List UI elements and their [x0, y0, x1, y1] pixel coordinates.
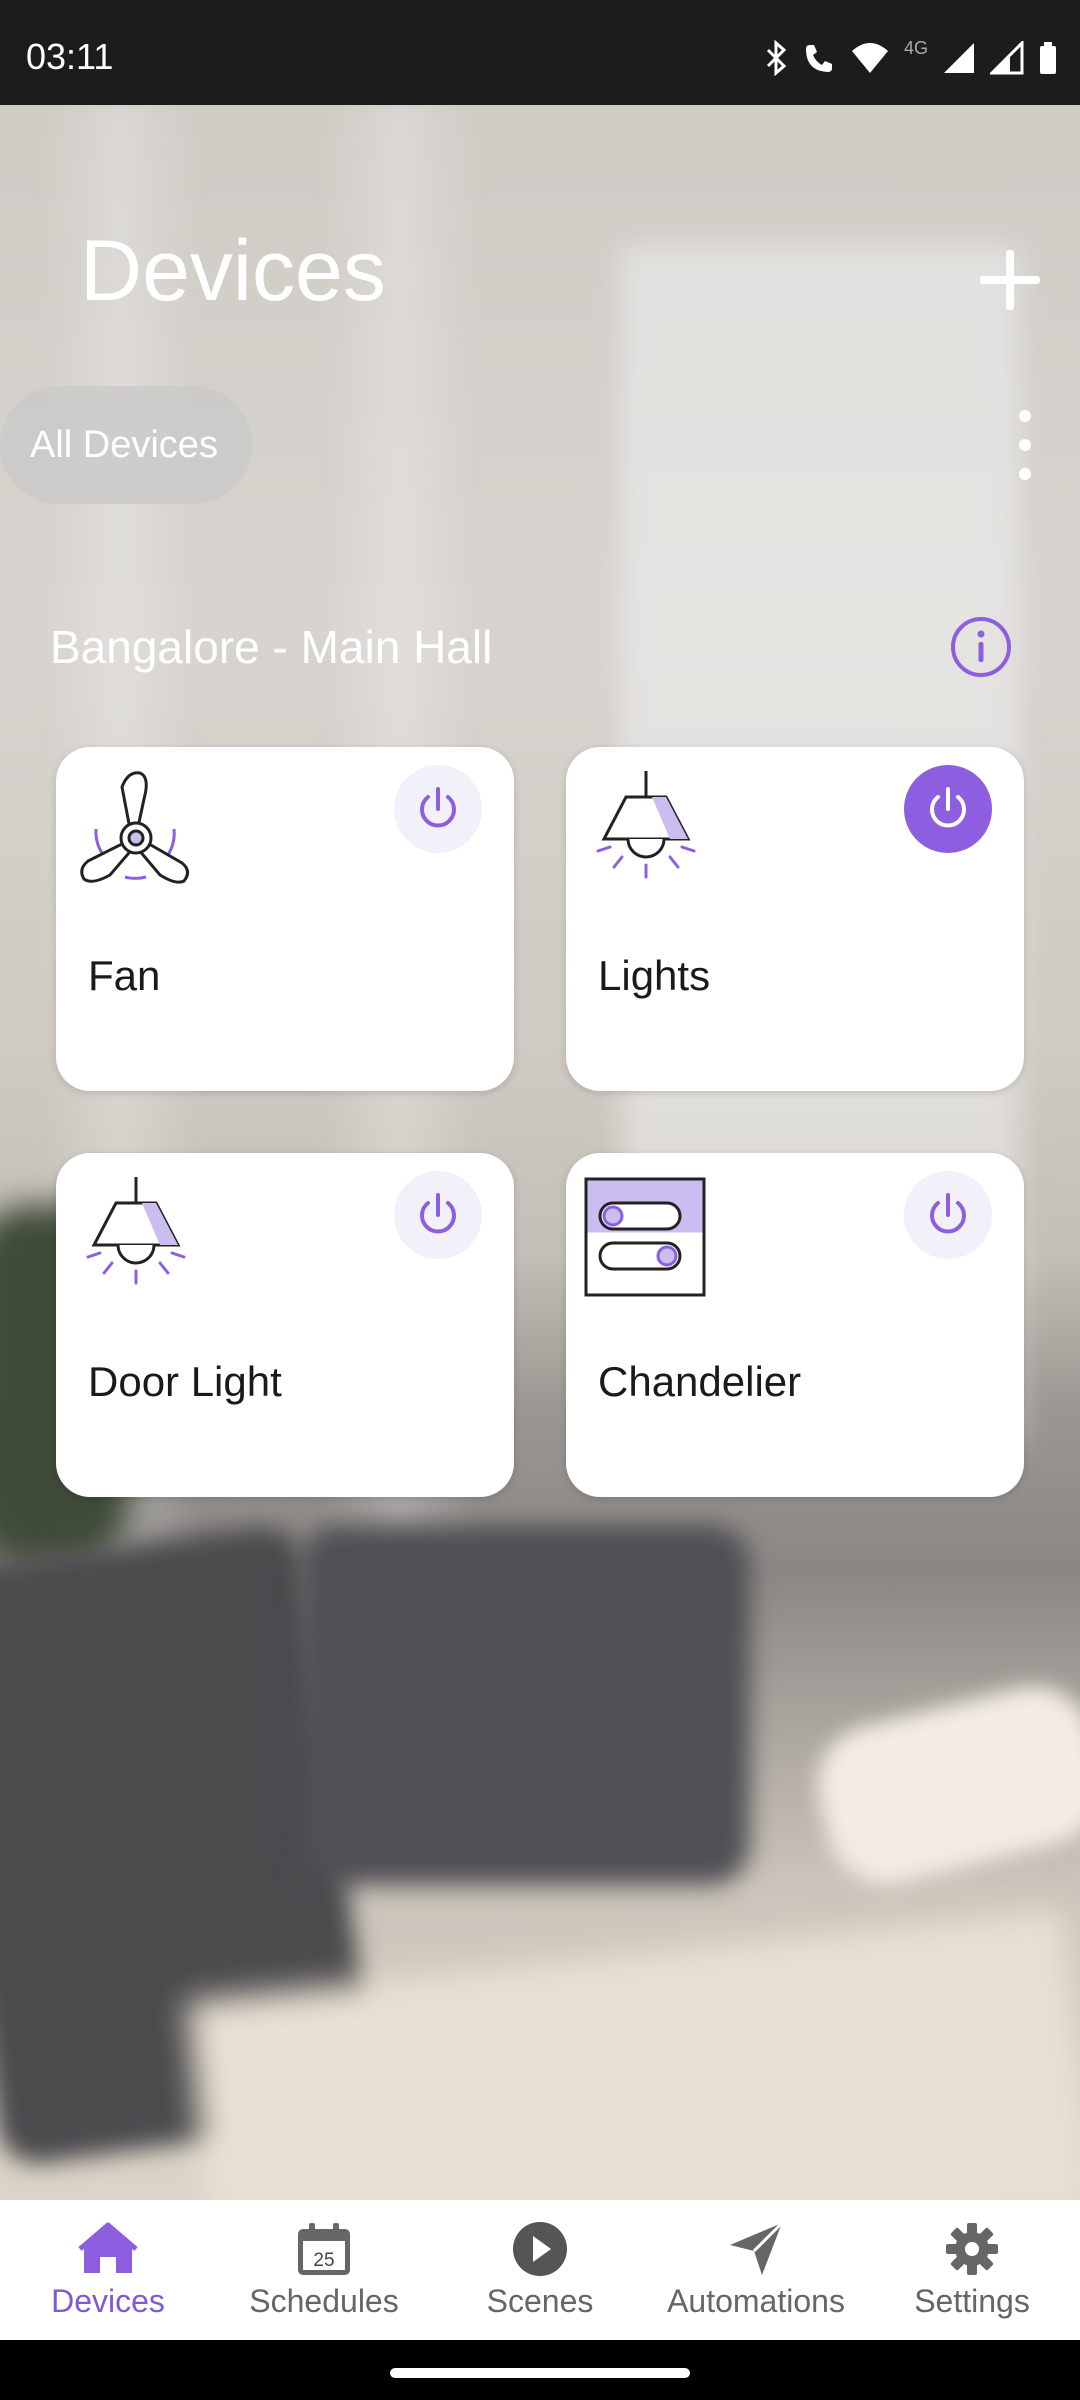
nav-schedules[interactable]: 25 Schedules — [216, 2221, 432, 2320]
gear-icon — [946, 2222, 998, 2275]
plus-icon — [980, 250, 1040, 310]
ceiling-lamp-icon — [596, 771, 696, 879]
nav-settings[interactable]: Settings — [864, 2221, 1080, 2320]
device-card-chandelier[interactable]: Chandelier — [566, 1153, 1024, 1497]
calendar-icon: 25 — [298, 2222, 350, 2275]
devices-screen: 03:11 4G Devices All Devices Bangalore -… — [0, 0, 1080, 2400]
power-icon — [930, 1193, 966, 1234]
fan-icon — [80, 771, 189, 884]
nav-label: Devices — [51, 2282, 165, 2319]
device-name: Fan — [88, 952, 161, 999]
wifi-icon — [851, 43, 888, 73]
home-indicator[interactable] — [390, 2368, 690, 2378]
device-card-door-light[interactable]: Door Light — [56, 1153, 514, 1497]
device-name: Lights — [598, 952, 711, 999]
status-icons: 4G — [764, 38, 1058, 78]
calendar-day: 25 — [313, 2250, 334, 2271]
nav-label: Scenes — [486, 2282, 594, 2319]
battery-icon — [1040, 42, 1056, 74]
play-icon — [513, 2221, 567, 2276]
device-card-fan[interactable]: Fan — [56, 747, 514, 1091]
bottom-navigation: Devices 25 Schedules Scenes Automations … — [0, 2200, 1080, 2340]
power-toggle-button[interactable] — [904, 1171, 992, 1259]
device-card-lights[interactable]: Lights — [566, 747, 1024, 1091]
dot — [1019, 439, 1031, 451]
nav-devices[interactable]: Devices — [0, 2221, 216, 2320]
send-icon — [730, 2221, 784, 2275]
switch-icon — [584, 1177, 706, 1297]
power-toggle-button[interactable] — [394, 765, 482, 853]
signal-icon — [944, 43, 974, 73]
power-icon — [930, 787, 966, 828]
add-device-button[interactable] — [970, 240, 1050, 320]
power-icon — [420, 787, 456, 828]
info-icon — [951, 617, 1011, 677]
nav-label: Schedules — [249, 2282, 399, 2319]
nav-label: Automations — [667, 2282, 845, 2319]
network-type: 4G — [903, 38, 928, 58]
signal-2-icon — [990, 41, 1024, 75]
page-title: Devices — [80, 223, 386, 319]
status-bar: 03:11 4G — [0, 0, 1080, 105]
dot — [1019, 410, 1031, 422]
ceiling-lamp-icon — [86, 1177, 186, 1285]
room-info-button[interactable] — [948, 614, 1014, 680]
wifi-call-icon — [805, 45, 832, 72]
nav-label: Settings — [914, 2282, 1030, 2319]
power-toggle-button[interactable] — [394, 1171, 482, 1259]
gesture-bar — [0, 2340, 1080, 2400]
power-icon — [420, 1193, 456, 1234]
device-name: Chandelier — [598, 1358, 802, 1405]
power-toggle-button[interactable] — [904, 765, 992, 853]
status-time: 03:11 — [26, 36, 114, 77]
nav-scenes[interactable]: Scenes — [432, 2221, 648, 2320]
home-icon — [78, 2222, 138, 2273]
device-name: Door Light — [88, 1358, 282, 1405]
nav-automations[interactable]: Automations — [648, 2221, 864, 2320]
bluetooth-icon — [766, 40, 787, 76]
dot — [1019, 468, 1031, 480]
all-devices-chip[interactable]: All Devices — [0, 386, 252, 504]
more-options-button[interactable] — [1010, 410, 1040, 480]
room-name: Bangalore - Main Hall — [50, 621, 493, 673]
